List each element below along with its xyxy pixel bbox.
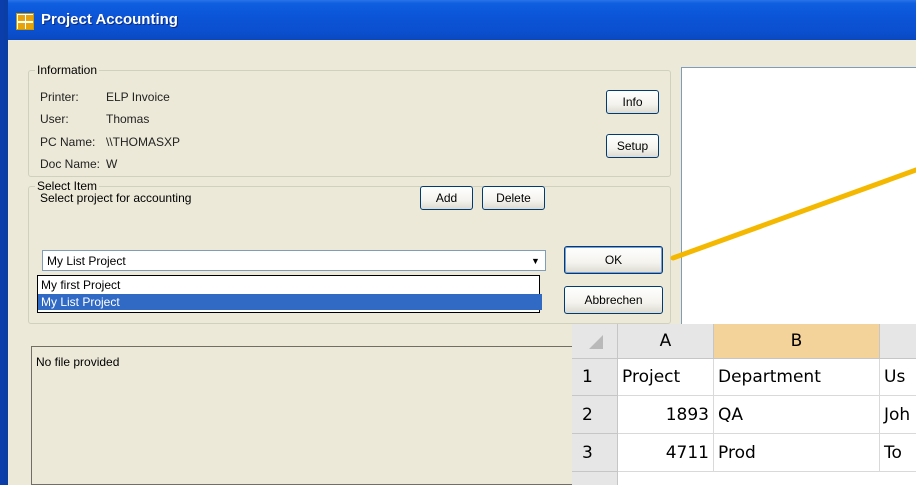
cell-c3[interactable]: To xyxy=(880,434,916,472)
printer-label: Printer: xyxy=(40,90,79,104)
doc-name-value: W xyxy=(106,157,118,171)
column-header-c[interactable] xyxy=(880,324,916,359)
add-button[interactable]: Add xyxy=(420,186,473,210)
doc-name-label: Doc Name: xyxy=(40,157,101,171)
select-instruction: Select project for accounting xyxy=(40,191,192,205)
cell-b3[interactable]: Prod xyxy=(714,434,880,472)
cancel-button[interactable]: Abbrechen xyxy=(564,286,663,314)
column-header-a[interactable]: A xyxy=(618,324,714,359)
window-title: Project Accounting xyxy=(41,11,178,28)
pc-name-label: PC Name: xyxy=(40,135,96,149)
app-icon xyxy=(16,13,34,30)
cell-a1[interactable]: Project xyxy=(618,359,714,396)
pc-name-value: \\THOMASXP xyxy=(106,135,181,149)
info-button[interactable]: Info xyxy=(606,90,659,114)
row-header-2[interactable]: 2 xyxy=(572,396,618,434)
user-label: User: xyxy=(40,112,69,126)
file-status-panel: No file provided xyxy=(31,346,579,485)
ok-button[interactable]: OK xyxy=(564,246,663,274)
cell-a3[interactable]: 4711 xyxy=(618,434,714,472)
dropdown-option[interactable]: My first Project xyxy=(38,277,542,293)
cell-a2[interactable]: 1893 xyxy=(618,396,714,434)
row-header-4[interactable] xyxy=(572,472,618,485)
setup-button[interactable]: Setup xyxy=(606,134,659,158)
cell-b1[interactable]: Department xyxy=(714,359,880,396)
spreadsheet-overlay: A B 1 Project Department Us 2 1893 QA Jo… xyxy=(572,324,916,485)
printer-value: ELP Invoice xyxy=(106,90,170,104)
user-value: Thomas xyxy=(106,112,150,126)
project-combo[interactable]: My List Project ▼ xyxy=(42,250,546,271)
cell-c2[interactable]: Joh xyxy=(880,396,916,434)
sheet-corner[interactable] xyxy=(572,324,618,359)
row-header-1[interactable]: 1 xyxy=(572,359,618,396)
information-group-title: Information xyxy=(35,63,100,77)
column-header-b[interactable]: B xyxy=(714,324,880,359)
project-combo-value: My List Project xyxy=(47,254,126,268)
cell-b2[interactable]: QA xyxy=(714,396,880,434)
row-header-3[interactable]: 3 xyxy=(572,434,618,472)
dropdown-option-selected[interactable]: My List Project xyxy=(38,294,542,310)
project-dropdown-list: My first Project My List Project xyxy=(37,275,542,313)
delete-button[interactable]: Delete xyxy=(482,186,545,210)
cell-c1[interactable]: Us xyxy=(880,359,916,396)
title-bar[interactable]: Project Accounting xyxy=(8,0,916,40)
file-status-text: No file provided xyxy=(36,355,120,369)
chevron-down-icon[interactable]: ▼ xyxy=(527,252,544,269)
